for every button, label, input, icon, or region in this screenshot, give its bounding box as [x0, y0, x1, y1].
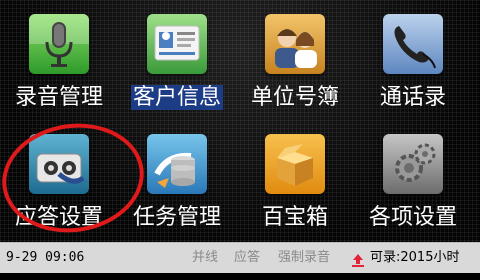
treasure-box-icon: [265, 134, 325, 194]
people-icon: [265, 14, 325, 74]
status-force-record: 强制录音: [278, 250, 331, 265]
tile-label: 录音管理: [14, 85, 103, 110]
gears-icon: [383, 134, 443, 194]
tile-call-log[interactable]: 通话录: [354, 4, 472, 122]
tile-customer-info[interactable]: 客户信息: [118, 4, 236, 122]
tile-label: 通话录: [379, 85, 446, 110]
tile-label: 各项设置: [368, 205, 457, 230]
status-parallel-line: 并线: [192, 250, 219, 265]
contact-card-icon: [147, 14, 207, 74]
task-database-icon: [147, 134, 207, 194]
tile-toolbox[interactable]: 百宝箱: [236, 124, 354, 242]
tile-label: 客户信息: [118, 84, 236, 112]
phone-handset-icon: [383, 14, 443, 74]
microphone-icon: [29, 14, 89, 74]
selection-highlight: 客户信息: [130, 85, 223, 110]
record-capacity: 可录:2015小时: [370, 250, 460, 265]
tile-settings[interactable]: 各项设置: [354, 124, 472, 242]
status-answer: 应答: [234, 250, 261, 265]
tile-company-directory[interactable]: 单位号簿: [236, 4, 354, 122]
date-time: 9-29 09:06: [6, 250, 85, 265]
status-bar: 9-29 09:06 并线 应答 强制录音 可录:2015小时: [0, 242, 480, 273]
tile-record-management[interactable]: 录音管理: [0, 4, 118, 122]
tile-label: 任务管理: [132, 205, 221, 230]
tile-label: 单位号簿: [250, 85, 339, 110]
upload-icon: [350, 250, 366, 267]
tile-label: 百宝箱: [261, 205, 328, 230]
